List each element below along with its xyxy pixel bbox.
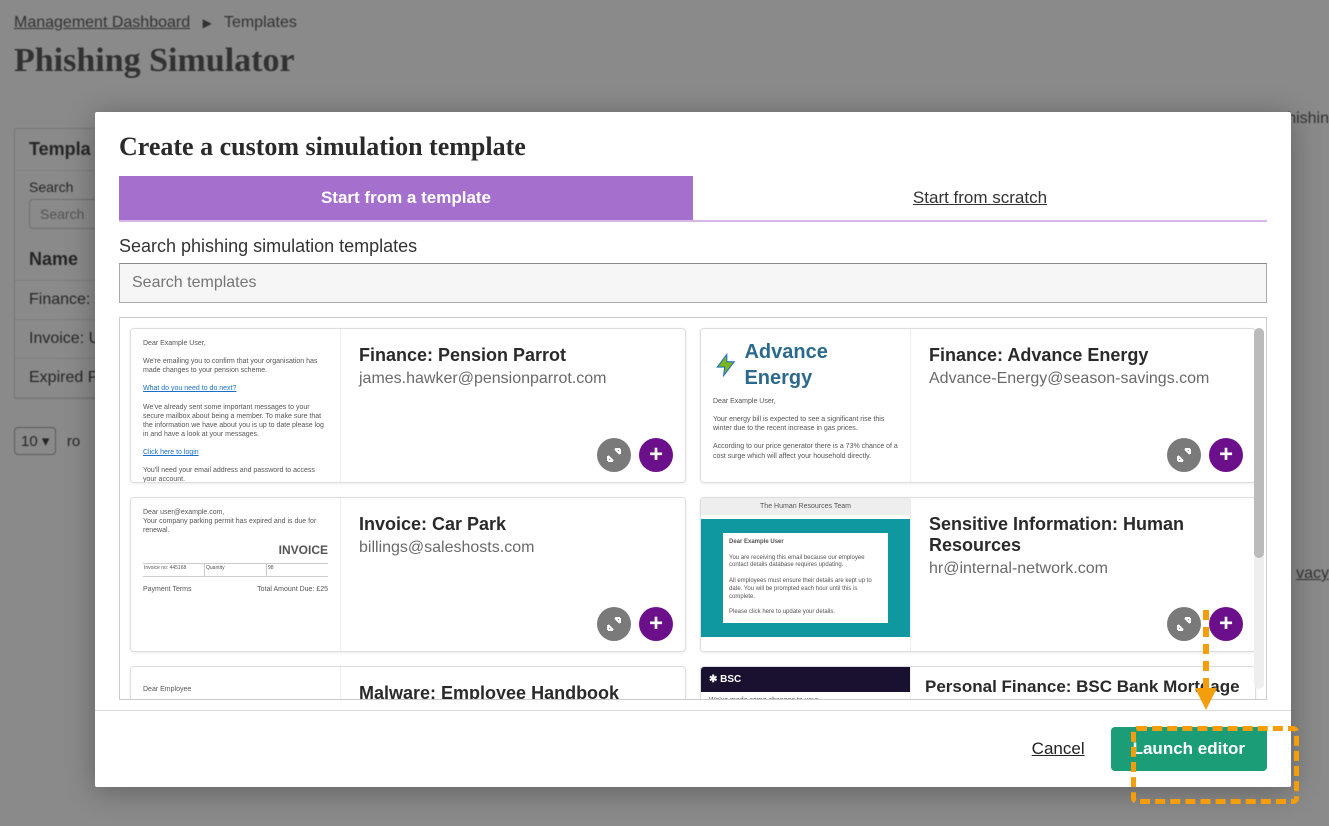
add-icon[interactable]: + <box>639 607 673 641</box>
template-title: Sensitive Information: Human Resources <box>929 514 1237 556</box>
template-preview: Dear Employee Please find attached, our … <box>131 667 341 700</box>
expand-icon[interactable] <box>597 607 631 641</box>
tab-start-from-template[interactable]: Start from a template <box>119 176 693 220</box>
modal-title: Create a custom simulation template <box>119 132 1267 162</box>
add-icon[interactable]: + <box>1209 607 1243 641</box>
modal-tabs: Start from a template Start from scratch <box>119 176 1267 222</box>
expand-icon[interactable] <box>1167 607 1201 641</box>
template-preview: The Human Resources Team Dear Example Us… <box>701 498 911 651</box>
template-title: Invoice: Car Park <box>359 514 667 535</box>
add-icon[interactable]: + <box>1209 438 1243 472</box>
template-email: billings@saleshosts.com <box>359 539 667 557</box>
advance-energy-logo: Advance Energy <box>713 339 898 391</box>
template-card[interactable]: Dear Example User, We're emailing you to… <box>130 328 686 483</box>
template-card[interactable]: Dear user@example.com, Your company park… <box>130 497 686 652</box>
template-title: Finance: Advance Energy <box>929 345 1237 366</box>
modal-footer: Cancel Launch editor <box>95 710 1291 787</box>
template-preview: Advance Energy Dear Example User, Your e… <box>701 329 911 482</box>
scrollbar-thumb[interactable] <box>1254 328 1264 558</box>
launch-editor-button[interactable]: Launch editor <box>1111 727 1267 771</box>
template-title: Malware: Employee Handbook <box>359 683 667 700</box>
template-email: james.hawker@pensionparrot.com <box>359 370 667 388</box>
template-preview: ✱ BSC We've made some changes to your <box>701 667 911 700</box>
template-card[interactable]: Advance Energy Dear Example User, Your e… <box>700 328 1256 483</box>
add-icon[interactable]: + <box>639 438 673 472</box>
expand-icon[interactable] <box>597 438 631 472</box>
search-templates-input[interactable] <box>119 263 1267 303</box>
template-card[interactable]: Dear Employee Please find attached, our … <box>130 666 686 700</box>
bsc-logo: ✱ BSC <box>701 667 910 692</box>
template-card[interactable]: ✱ BSC We've made some changes to your Pe… <box>700 666 1256 700</box>
scrollbar[interactable] <box>1254 328 1264 689</box>
template-card[interactable]: The Human Resources Team Dear Example Us… <box>700 497 1256 652</box>
template-preview: Dear user@example.com, Your company park… <box>131 498 341 651</box>
templates-grid-container: Dear Example User, We're emailing you to… <box>119 317 1267 700</box>
template-preview: Dear Example User, We're emailing you to… <box>131 329 341 482</box>
template-title: Personal Finance: BSC Bank Mortgage <box>925 677 1241 697</box>
expand-icon[interactable] <box>1167 438 1201 472</box>
template-email: hr@internal-network.com <box>929 560 1237 578</box>
cancel-button[interactable]: Cancel <box>1032 739 1085 759</box>
template-email: Advance-Energy@season-savings.com <box>929 370 1237 388</box>
tab-start-from-scratch[interactable]: Start from scratch <box>693 176 1267 220</box>
search-templates-label: Search phishing simulation templates <box>119 236 1267 257</box>
create-template-modal: Create a custom simulation template Star… <box>95 112 1291 787</box>
template-title: Finance: Pension Parrot <box>359 345 667 366</box>
